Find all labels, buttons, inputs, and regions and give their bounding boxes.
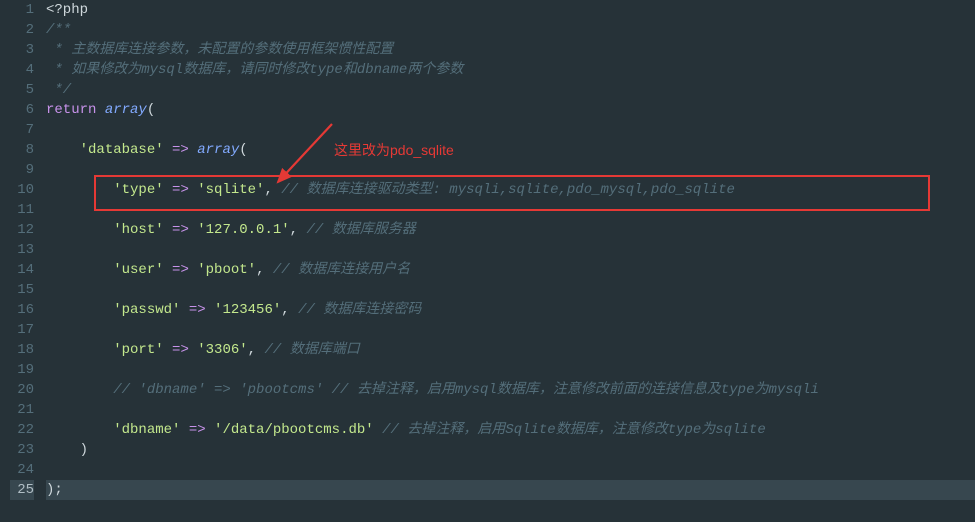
paren-close: ) (80, 442, 88, 458)
line-comment: // 数据库连接密码 (298, 302, 421, 318)
fat-arrow: => (164, 222, 198, 238)
line-number-active: 25 (10, 480, 34, 500)
line-number: 9 (10, 160, 34, 180)
line-number: 19 (10, 360, 34, 380)
line-number: 4 (10, 60, 34, 80)
array-value-user: 'pboot' (197, 262, 256, 278)
array-close: ); (46, 482, 63, 498)
line-number: 10 (10, 180, 34, 200)
line-comment: // 数据库连接驱动类型: mysqli,sqlite,pdo_mysql,pd… (281, 182, 735, 198)
line-number: 14 (10, 260, 34, 280)
line-number: 8 (10, 140, 34, 160)
line-number: 7 (10, 120, 34, 140)
line-comment: // 数据库连接用户名 (273, 262, 410, 278)
paren-open: ( (147, 102, 155, 118)
line-number: 16 (10, 300, 34, 320)
line-number: 22 (10, 420, 34, 440)
php-open-tag: <?php (46, 2, 88, 18)
block-comment: /** (46, 22, 71, 38)
line-comment: // 数据库端口 (264, 342, 359, 358)
block-comment: * 主数据库连接参数，未配置的参数使用框架惯性配置 (46, 42, 393, 58)
line-comment: // 去掉注释，启用Sqlite数据库，注意修改type为sqlite (382, 422, 766, 438)
array-key-user: 'user' (113, 262, 163, 278)
line-number: 15 (10, 280, 34, 300)
line-comment: // 数据库服务器 (306, 222, 415, 238)
line-number: 13 (10, 240, 34, 260)
comma: , (264, 182, 281, 198)
array-key-passwd: 'passwd' (113, 302, 180, 318)
line-number-gutter: 1 2 3 4 5 6 7 8 9 10 11 12 13 14 15 16 1… (0, 0, 40, 522)
line-number: 21 (10, 400, 34, 420)
line-number: 3 (10, 40, 34, 60)
line-number: 23 (10, 440, 34, 460)
comma: , (256, 262, 273, 278)
commented-dbname-mysql: // 'dbname' => 'pbootcms' // 去掉注释，启用mysq… (113, 382, 819, 398)
array-key-type: 'type' (113, 182, 163, 198)
array-value-host: '127.0.0.1' (197, 222, 289, 238)
array-key-host: 'host' (113, 222, 163, 238)
code-editor[interactable]: 1 2 3 4 5 6 7 8 9 10 11 12 13 14 15 16 1… (0, 0, 975, 522)
line-number: 20 (10, 380, 34, 400)
comma: , (281, 302, 298, 318)
array-value-passwd: '123456' (214, 302, 281, 318)
array-key-dbname: 'dbname' (113, 422, 180, 438)
code-body[interactable]: <?php /** * 主数据库连接参数，未配置的参数使用框架惯性配置 * 如果… (40, 0, 975, 522)
line-number: 5 (10, 80, 34, 100)
line-number: 1 (10, 0, 34, 20)
array-key-port: 'port' (113, 342, 163, 358)
block-comment: * 如果修改为mysql数据库，请同时修改type和dbname两个参数 (46, 62, 463, 78)
fat-arrow: => (180, 422, 214, 438)
fat-arrow: => (164, 262, 198, 278)
keyword-array: array (105, 102, 147, 118)
line-number: 6 (10, 100, 34, 120)
array-value-type: 'sqlite' (197, 182, 264, 198)
paren-open: ( (239, 142, 247, 158)
annotation-text: 这里改为pdo_sqlite (334, 140, 454, 160)
fat-arrow: => (164, 142, 198, 158)
line-number: 11 (10, 200, 34, 220)
fat-arrow: => (164, 182, 198, 198)
line-number: 24 (10, 460, 34, 480)
fat-arrow: => (180, 302, 214, 318)
fat-arrow: => (164, 342, 198, 358)
array-value-port: '3306' (197, 342, 247, 358)
array-key-database: 'database' (80, 142, 164, 158)
array-value-dbname: '/data/pbootcms.db' (214, 422, 374, 438)
line-number: 12 (10, 220, 34, 240)
block-comment: */ (46, 82, 71, 98)
comma: , (290, 222, 307, 238)
line-number: 17 (10, 320, 34, 340)
keyword-array: array (197, 142, 239, 158)
keyword-return: return (46, 102, 96, 118)
comma: , (248, 342, 265, 358)
line-number: 2 (10, 20, 34, 40)
line-number: 18 (10, 340, 34, 360)
